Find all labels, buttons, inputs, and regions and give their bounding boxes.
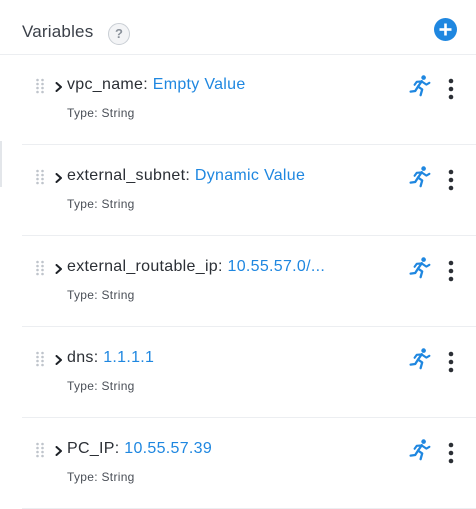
variable-name: external_subnet [67, 167, 186, 184]
variable-type-label: Type: [67, 379, 98, 393]
more-vertical-icon[interactable] [446, 169, 456, 191]
run-icon[interactable] [408, 74, 432, 98]
chevron-right-icon[interactable] [54, 264, 64, 274]
more-vertical-icon[interactable] [446, 351, 456, 373]
variable-value: Dynamic Value [194, 167, 306, 184]
variable-type-value: String [101, 106, 135, 120]
variable-type-value: String [101, 197, 135, 211]
chevron-right-icon[interactable] [54, 82, 64, 92]
variable-label[interactable]: dns: 1.1.1.1 [67, 349, 154, 367]
variable-type-value: String [101, 288, 135, 302]
add-icon [439, 23, 452, 36]
chevron-right-icon[interactable] [54, 446, 64, 456]
section-title: Variables [22, 22, 94, 41]
variable-name: external_routable_ip [67, 258, 218, 275]
variable-name: dns [67, 349, 94, 366]
variable-row: dns: 1.1.1.1 Type: String [22, 327, 476, 418]
more-vertical-icon[interactable] [446, 442, 456, 464]
chevron-right-icon[interactable] [54, 173, 64, 183]
variable-row: external_subnet: Dynamic Value Type: Str… [22, 145, 476, 236]
help-icon[interactable]: ? [108, 23, 130, 45]
variable-type-value: String [101, 470, 135, 484]
variable-label[interactable]: external_subnet: Dynamic Value [67, 167, 305, 185]
variable-colon: : [185, 167, 195, 184]
variable-colon: : [93, 349, 104, 366]
variable-type: Type: String [67, 197, 135, 211]
variable-type: Type: String [67, 106, 135, 120]
variable-row: external_routable_ip: 10.55.57.0/... Typ… [22, 236, 476, 327]
variable-type: Type: String [67, 288, 135, 302]
variable-colon: : [114, 440, 125, 457]
panel-edge [0, 141, 2, 187]
variable-colon: : [218, 258, 228, 275]
variable-type-value: String [101, 379, 135, 393]
chevron-right-icon[interactable] [54, 355, 64, 365]
variable-type-label: Type: [67, 197, 98, 211]
more-vertical-icon[interactable] [446, 78, 456, 100]
run-icon[interactable] [408, 165, 432, 189]
run-icon[interactable] [408, 256, 432, 280]
variable-type-label: Type: [67, 288, 98, 302]
variable-type-label: Type: [67, 470, 98, 484]
run-icon[interactable] [408, 438, 432, 462]
variable-row: PC_IP: 10.55.57.39 Type: String [22, 418, 476, 509]
add-variable-button[interactable] [434, 18, 457, 41]
drag-handle-icon[interactable] [35, 442, 45, 458]
drag-handle-icon[interactable] [35, 351, 45, 367]
variable-name: vpc_name [67, 76, 144, 93]
run-icon[interactable] [408, 347, 432, 371]
variable-colon: : [143, 76, 153, 93]
variable-label[interactable]: external_routable_ip: 10.55.57.0/... [67, 258, 325, 276]
variable-row: vpc_name: Empty Value Type: String [22, 54, 476, 145]
drag-handle-icon[interactable] [35, 78, 45, 94]
variable-type: Type: String [67, 470, 135, 484]
variable-value: 10.55.57.39 [124, 440, 213, 457]
variable-value: Empty Value [152, 76, 246, 93]
variables-header: Variables ? [0, 0, 476, 55]
variable-label[interactable]: vpc_name: Empty Value [67, 76, 246, 94]
variable-value: 10.55.57.0/... [227, 258, 326, 275]
drag-handle-icon[interactable] [35, 260, 45, 276]
drag-handle-icon[interactable] [35, 169, 45, 185]
variable-value: 1.1.1.1 [103, 349, 155, 366]
more-vertical-icon[interactable] [446, 260, 456, 282]
variable-type-label: Type: [67, 106, 98, 120]
variable-name: PC_IP [67, 440, 115, 457]
variable-label[interactable]: PC_IP: 10.55.57.39 [67, 440, 212, 458]
variable-type: Type: String [67, 379, 135, 393]
